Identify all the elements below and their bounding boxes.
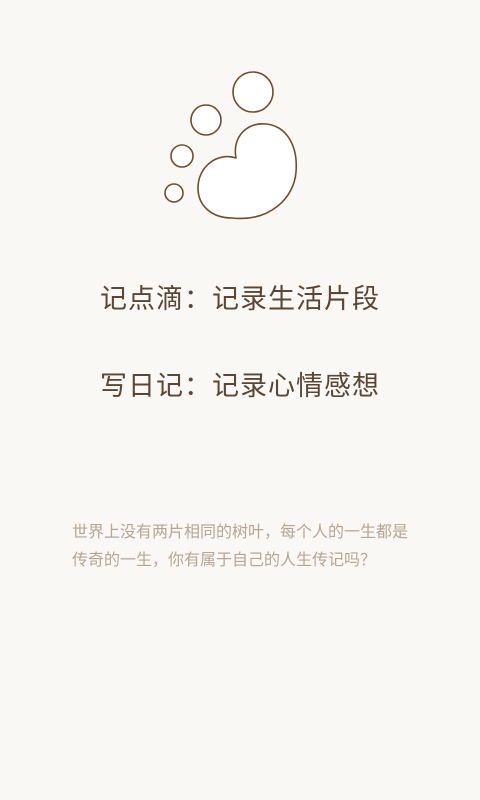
paw-toe-medium: [190, 104, 222, 136]
paw-toe-small: [170, 144, 194, 168]
splash-screen: 记点滴：记录生活片段 写日记：记录心情感想 世界上没有两片相同的树叶，每个人的一…: [0, 0, 480, 800]
paw-toe-large: [232, 71, 274, 113]
tagline-line-2: 传奇的一生，你有属于自己的人生传记吗？: [72, 550, 377, 569]
headline-record-moments: 记点滴：记录生活片段: [100, 284, 380, 315]
tagline: 世界上没有两片相同的树叶，每个人的一生都是 传奇的一生，你有属于自己的人生传记吗…: [72, 518, 422, 574]
tagline-line-1: 世界上没有两片相同的树叶，每个人的一生都是: [72, 522, 409, 541]
paw-heart-pad: [197, 123, 298, 220]
paw-heart-icon: [164, 71, 298, 220]
headline-write-diary: 写日记：记录心情感想: [100, 371, 380, 402]
paw-heart-logo: [0, 0, 480, 240]
paw-toe-tiny: [164, 183, 184, 203]
